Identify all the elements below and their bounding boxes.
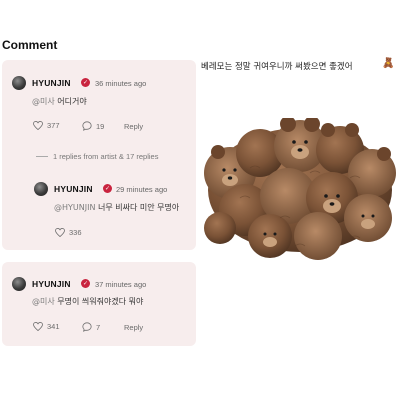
divider bbox=[36, 156, 48, 157]
like-button[interactable]: 336 bbox=[55, 228, 82, 237]
like-count: 377 bbox=[47, 121, 60, 130]
comment-card: HYUNJIN ✓ 37 minutes ago @미사 무명이 씌워줘야겠다 … bbox=[2, 262, 196, 346]
heart-icon bbox=[55, 228, 65, 237]
comment-username[interactable]: HYUNJIN bbox=[32, 78, 71, 88]
mention-link[interactable]: @미사 bbox=[32, 97, 55, 106]
like-button[interactable]: 377 bbox=[33, 121, 60, 130]
teddy-bear-emoji-icon: 🧸 bbox=[382, 58, 395, 69]
comment-text: @미사 어디거야 bbox=[32, 96, 87, 107]
post-caption: 베레모는 정말 귀여우니까 써봤으면 좋겠어 bbox=[201, 62, 353, 72]
reply-body: 너무 비싸다 미안 무명아 bbox=[98, 203, 180, 212]
comment-bubble-icon bbox=[82, 322, 92, 332]
replies-button[interactable]: 7 bbox=[82, 322, 100, 332]
comments-section-title: Comment bbox=[2, 38, 58, 52]
avatar[interactable] bbox=[34, 182, 48, 196]
reply-username[interactable]: HYUNJIN bbox=[54, 184, 93, 194]
reply-count: 7 bbox=[96, 322, 101, 332]
comment-body: 무명이 씌워줘야겠다 뭐야 bbox=[57, 297, 144, 306]
comment-username[interactable]: HYUNJIN bbox=[32, 279, 71, 289]
heart-icon bbox=[33, 322, 43, 331]
view-replies-link[interactable]: 1 replies from artist & 17 replies bbox=[36, 152, 158, 161]
verified-badge-icon: ✓ bbox=[103, 184, 112, 193]
comment-body: 어디거야 bbox=[57, 97, 87, 106]
like-button[interactable]: 341 bbox=[33, 322, 60, 331]
comment-text: @미사 무명이 씌워줘야겠다 뭐야 bbox=[32, 296, 143, 307]
comment-bubble-icon bbox=[82, 121, 92, 131]
comment-timestamp: 36 minutes ago bbox=[95, 79, 147, 88]
replies-button[interactable]: 19 bbox=[82, 121, 104, 131]
reply-button[interactable]: Reply bbox=[124, 323, 143, 332]
comment-thread-card: HYUNJIN ✓ 36 minutes ago @미사 어디거야 377 19… bbox=[2, 60, 196, 250]
verified-badge-icon: ✓ bbox=[81, 279, 90, 288]
heart-icon bbox=[33, 121, 43, 130]
avatar[interactable] bbox=[12, 277, 26, 291]
teddy-bear-photo bbox=[204, 118, 396, 260]
comment-timestamp: 37 minutes ago bbox=[95, 280, 147, 289]
reply-timestamp: 29 minutes ago bbox=[116, 185, 168, 194]
reply-count: 19 bbox=[96, 121, 105, 131]
replies-summary: 1 replies from artist & 17 replies bbox=[53, 152, 159, 161]
reply-button[interactable]: Reply bbox=[124, 122, 143, 131]
avatar[interactable] bbox=[12, 76, 26, 90]
mention-link[interactable]: @HYUNJIN bbox=[54, 203, 95, 212]
reply-text: @HYUNJIN 너무 비싸다 미안 무명아 bbox=[54, 202, 179, 213]
mention-link[interactable]: @미사 bbox=[32, 297, 55, 306]
like-count: 336 bbox=[69, 228, 82, 237]
verified-badge-icon: ✓ bbox=[81, 78, 90, 87]
like-count: 341 bbox=[47, 322, 60, 331]
